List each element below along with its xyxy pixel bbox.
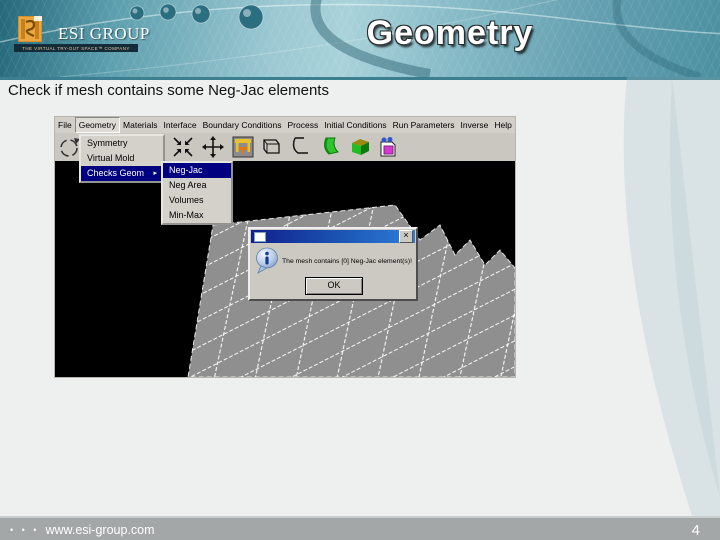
geometry-dropdown-menu: Symmetry Virtual Mold Checks Geom ▸ (79, 134, 165, 183)
footer-dots: • • • (10, 525, 40, 535)
slide-header: ESI GROUP THE VIRTUAL TRY-OUT SPACE™ COM… (0, 0, 720, 80)
menu-item-checks-geom-label: Checks Geom (87, 168, 145, 178)
submenu-item-volumes[interactable]: Volumes (163, 193, 231, 208)
menu-file[interactable]: File (55, 118, 75, 132)
menu-item-symmetry[interactable]: Symmetry (81, 136, 163, 151)
pan-view-icon[interactable] (201, 135, 225, 159)
menu-item-virtual-mold[interactable]: Virtual Mold (81, 151, 163, 166)
green-surface-icon[interactable] (318, 135, 342, 159)
menu-initial-conditions[interactable]: Initial Conditions (321, 118, 389, 132)
logo-brand-text: ESI GROUP (58, 24, 150, 43)
page-title: Geometry (366, 14, 534, 52)
fit-view-icon[interactable] (171, 135, 195, 159)
submenu-item-neg-area[interactable]: Neg Area (163, 178, 231, 193)
submenu-item-neg-jac[interactable]: Neg-Jac (163, 163, 231, 178)
menu-materials[interactable]: Materials (120, 118, 160, 132)
part-assembly-icon[interactable] (375, 135, 399, 159)
submenu-item-neg-area-label: Neg Area (169, 180, 207, 190)
rotate-view-icon[interactable] (57, 135, 81, 159)
application-window: File Geometry Materials Interface Bounda… (55, 117, 516, 378)
slide-subtitle: Check if mesh contains some Neg-Jac elem… (8, 82, 329, 99)
menu-interface[interactable]: Interface (161, 118, 200, 132)
app-menubar: File Geometry Materials Interface Bounda… (55, 117, 515, 133)
page-number: 4 (691, 521, 700, 539)
menu-inverse[interactable]: Inverse (458, 118, 492, 132)
checks-geom-submenu: Neg-Jac Neg Area Volumes Min-Max (161, 161, 233, 225)
dialog-message: The mesh contains [0] Neg-Jac element(s)… (282, 257, 412, 265)
solid-box-icon[interactable] (348, 135, 372, 159)
sheet-outline-icon[interactable] (259, 135, 283, 159)
dialog-titlebar[interactable]: × (251, 230, 415, 243)
menu-item-symmetry-label: Symmetry (87, 138, 128, 148)
info-icon (256, 247, 278, 274)
esi-group-logo: ESI GROUP THE VIRTUAL TRY-OUT SPACE™ COM… (14, 8, 164, 58)
menu-item-virtual-mold-label: Virtual Mold (87, 153, 135, 163)
footer-url: www.esi-group.com (45, 523, 155, 537)
bent-sheet-icon[interactable] (287, 135, 311, 159)
press-die-icon[interactable] (231, 135, 255, 159)
menu-run-parameters[interactable]: Run Parameters (390, 118, 458, 132)
logo-tagline: THE VIRTUAL TRY-OUT SPACE™ COMPANY (22, 45, 130, 51)
dialog-system-icon (254, 231, 266, 242)
submenu-item-min-max-label: Min-Max (169, 210, 204, 220)
submenu-arrow-icon: ▸ (153, 170, 157, 177)
menu-geometry[interactable]: Geometry (74, 117, 121, 133)
dialog-body: The mesh contains [0] Neg-Jac element(s)… (254, 247, 412, 275)
dialog-ok-button[interactable]: OK (305, 277, 363, 295)
dialog-close-button[interactable]: × (399, 230, 413, 243)
neg-jac-info-dialog: × The mesh contains [0] Neg-Jac element(… (248, 227, 418, 301)
logo-tagline-bar: THE VIRTUAL TRY-OUT SPACE™ COMPANY (14, 44, 138, 52)
menu-process[interactable]: Process (285, 118, 322, 132)
slide-footer: • • • www.esi-group.com 4 (0, 516, 720, 540)
slide: ESI GROUP THE VIRTUAL TRY-OUT SPACE™ COM… (0, 0, 720, 540)
menu-item-checks-geom[interactable]: Checks Geom ▸ (81, 166, 163, 181)
esi-logo-icon (18, 16, 42, 42)
menu-help[interactable]: Help (491, 118, 514, 132)
submenu-item-volumes-label: Volumes (169, 195, 204, 205)
menu-boundary-conditions[interactable]: Boundary Conditions (200, 118, 285, 132)
submenu-item-neg-jac-label: Neg-Jac (169, 165, 203, 175)
submenu-item-min-max[interactable]: Min-Max (163, 208, 231, 223)
